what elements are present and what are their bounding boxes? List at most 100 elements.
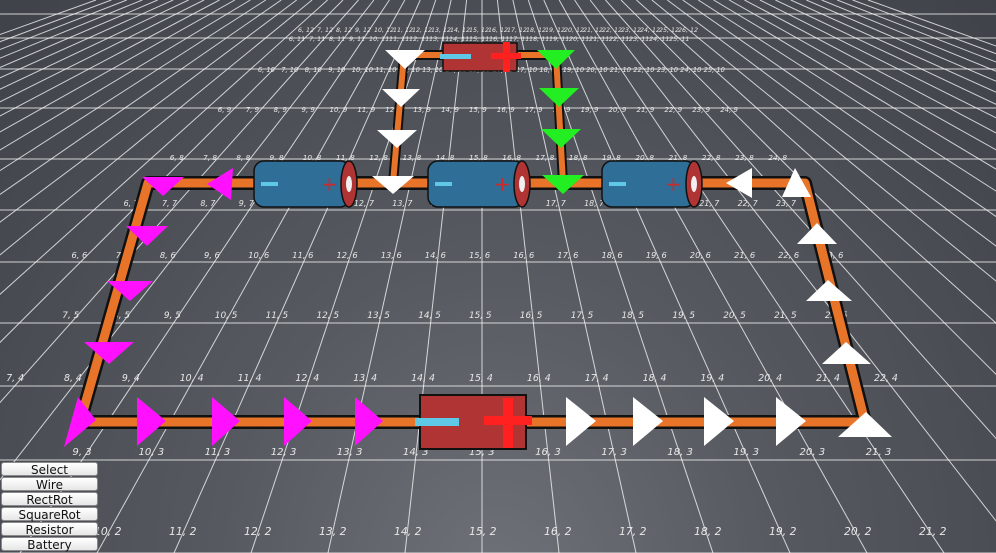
resistor-tool-button[interactable]: Resistor xyxy=(1,522,98,537)
grid-coordinate-label: 24, 12 xyxy=(640,27,660,34)
arrow-magenta xyxy=(284,397,312,446)
rectrot-tool-button[interactable]: RectRot xyxy=(1,492,98,507)
grid-coordinate-label: 18, 12 xyxy=(526,27,546,34)
grid-coordinate-label: 12, 2 xyxy=(244,525,272,538)
grid-coordinate-label: 17, 2 xyxy=(619,525,647,538)
grid-coordinate-label: 6, 9 xyxy=(218,106,232,114)
grid-coordinate-label: 14, 4 xyxy=(411,373,435,384)
grid-coordinate-label: 17, 10 xyxy=(516,66,537,74)
grid-coordinate-label: 7, 11 xyxy=(309,35,325,43)
grid-coordinate-label: 9, 10 xyxy=(328,66,345,74)
grid-coordinate-label: 8, 11 xyxy=(329,35,345,43)
grid-coordinate-label: 23, 12 xyxy=(621,27,641,34)
grid-coordinate-label: 23, 11 xyxy=(629,35,649,43)
grid-coordinate-label: 10, 9 xyxy=(330,106,348,114)
circuit-scene[interactable]: 6, 12 7, 12 8, 12 9, 12 10, 1211, 1212, 1213… xyxy=(0,0,996,553)
grid-coordinate-label: 17, 6 xyxy=(557,250,578,260)
grid-coordinate-label: 22, 6 xyxy=(778,250,799,260)
arrow-green xyxy=(539,88,579,107)
grid-coordinate-label: 24, 9 xyxy=(720,106,738,114)
grid-coordinate-label: 17, 12 xyxy=(507,27,527,34)
top-battery[interactable] xyxy=(440,42,521,72)
battery-tool-button[interactable]: Battery xyxy=(1,537,98,552)
grid-coordinate-label: 22, 10 xyxy=(633,66,654,74)
grid-coordinate-label: 12, 8 xyxy=(369,153,388,162)
grid-coordinate-label: 11, 11 xyxy=(389,35,409,43)
grid-coordinate-label: 10, 6 xyxy=(248,250,269,260)
grid-coordinate-label: 16, 9 xyxy=(497,106,515,114)
grid-column-line xyxy=(589,0,996,522)
grid-coordinate-label: 14, 12 xyxy=(450,27,470,34)
grid-coordinate-label: 18, 8 xyxy=(569,153,588,162)
grid-coordinate-label: 20, 11 xyxy=(569,35,589,43)
wire-tool-button[interactable]: Wire xyxy=(1,477,98,492)
grid-coordinate-label: 26, 12 xyxy=(678,27,698,34)
grid-coordinate-label: 18, 5 xyxy=(622,311,645,321)
grid-coordinate-label: 17, 8 xyxy=(536,153,555,162)
grid-coordinate-label: 11, 12 xyxy=(393,27,413,34)
grid-coordinate-label: 11, 9 xyxy=(357,106,375,114)
grid-coordinate-label: 10, 2 xyxy=(94,525,122,538)
grid-coordinate-label: 9, 11 xyxy=(349,35,365,43)
grid-coordinate-label: 14, 11 xyxy=(449,35,469,43)
grid-column-line xyxy=(173,0,421,553)
bottom-battery[interactable] xyxy=(415,394,532,450)
grid-coordinate-label: 21, 3 xyxy=(866,447,892,458)
grid-coordinate-label: 12, 7 xyxy=(354,199,374,208)
grid-coordinate-label: 13, 6 xyxy=(381,250,402,260)
grid-coordinate-label: 7, 5 xyxy=(62,311,79,321)
grid-column-line xyxy=(744,0,996,134)
grid-coordinate-label: 13, 9 xyxy=(413,106,431,114)
grid-coordinate-label: 15, 6 xyxy=(469,250,490,260)
arrow-magenta xyxy=(207,168,233,200)
grid-coordinate-label: 17, 3 xyxy=(601,447,627,458)
grid-coordinate-label: 21, 10 xyxy=(610,66,631,74)
grid-coordinate-label: 9, 4 xyxy=(122,373,140,384)
arrow-white xyxy=(382,89,420,107)
grid-coordinate-label: 7, 9 xyxy=(246,106,260,114)
squarerot-tool-button[interactable]: SquareRot xyxy=(1,507,98,522)
grid-coordinate-label: 9, 12 xyxy=(355,27,371,34)
grid-coordinate-label: 24, 10 xyxy=(680,66,701,74)
battery-cell[interactable]: + xyxy=(427,160,531,208)
grid-coordinate-label: 8, 10 xyxy=(305,66,322,74)
grid-coordinate-label: 15, 5 xyxy=(469,311,492,321)
grid-coordinate-label: 11, 5 xyxy=(266,311,289,321)
grid-coordinate-label: 7, 4 xyxy=(6,373,24,384)
battery-cell[interactable]: + xyxy=(601,160,703,208)
grid-coordinate-label: 21, 11 xyxy=(589,35,609,43)
grid-coordinate-label: 21, 5 xyxy=(774,311,797,321)
grid-coordinate-label: 19, 4 xyxy=(700,373,724,384)
grid-column-line xyxy=(250,0,437,553)
grid-column-line xyxy=(96,0,406,553)
grid-coordinate-label: 14, 5 xyxy=(418,311,441,321)
grid-coordinate-label: 7, 8 xyxy=(203,153,217,162)
grid-coordinate-label: 13, 3 xyxy=(337,447,363,458)
grid-coordinate-label: 16, 4 xyxy=(527,373,551,384)
grid-column-line xyxy=(821,0,996,72)
arrow-white xyxy=(806,280,852,301)
grid-coordinate-label: 14, 9 xyxy=(441,106,459,114)
grid-coordinate-label: 16, 12 xyxy=(488,27,508,34)
select-tool-button[interactable]: Select xyxy=(1,462,98,477)
grid-coordinate-label: 19, 9 xyxy=(581,106,599,114)
grid-coordinate-label: 16, 3 xyxy=(535,447,561,458)
grid-coordinate-label: 18, 11 xyxy=(529,35,549,43)
grid-coordinate-label: 18, 4 xyxy=(643,373,667,384)
grid-coordinate-label: 6, 10 xyxy=(258,66,275,74)
grid-coordinate-label: 10, 4 xyxy=(180,373,204,384)
grid-column-line xyxy=(682,0,996,218)
grid-coordinate-label: 17, 4 xyxy=(585,373,609,384)
grid-coordinate-label: 23, 7 xyxy=(776,199,796,208)
grid-coordinate-label: 7, 12 xyxy=(317,27,333,34)
grid-coordinate-label: 23, 9 xyxy=(692,106,710,114)
grid-coordinate-label: 22, 12 xyxy=(602,27,622,34)
arrow-magenta xyxy=(355,397,383,446)
grid-coordinate-label: 6, 11 xyxy=(289,35,305,43)
grid-column-line xyxy=(759,0,996,119)
grid-coordinate-label: 12, 3 xyxy=(271,447,297,458)
arrow-magenta xyxy=(137,397,166,446)
grid-coordinate-label: 16, 6 xyxy=(513,250,534,260)
grid-coordinate-label: 13, 10 xyxy=(422,66,443,74)
battery-cell[interactable]: + xyxy=(253,160,358,208)
